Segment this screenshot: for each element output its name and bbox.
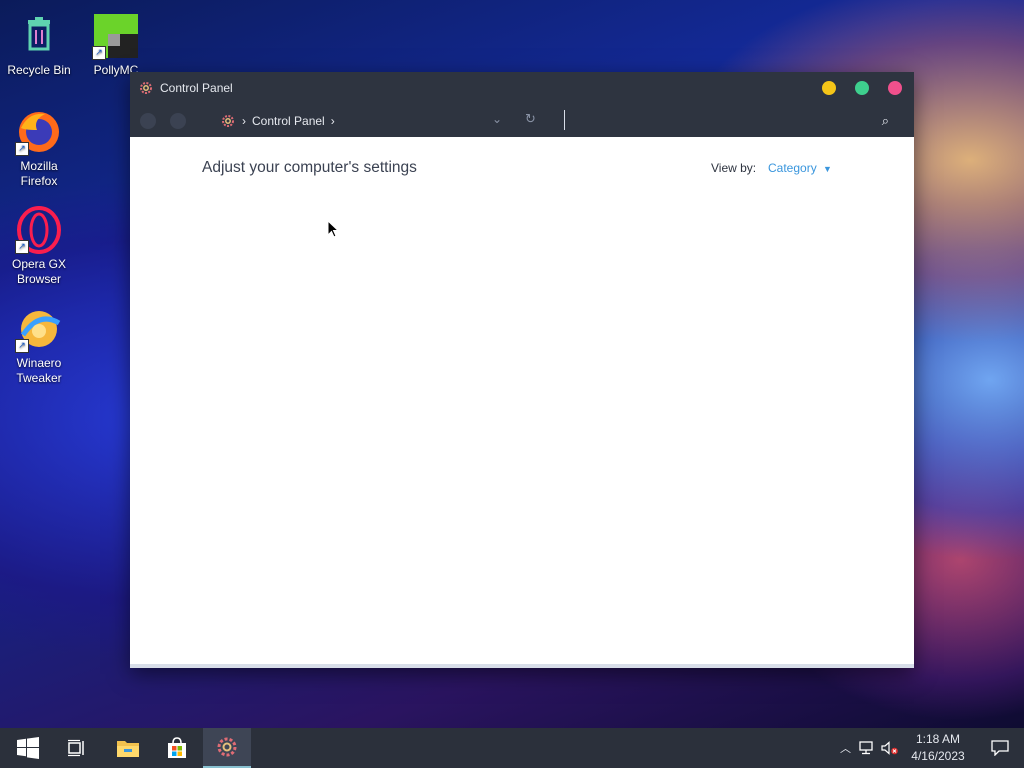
clock[interactable]: 1:18 AM 4/16/2023: [906, 731, 970, 765]
search-icon[interactable]: ⌕: [882, 113, 889, 129]
mouse-cursor-icon: [327, 220, 339, 238]
control-panel-icon: [140, 82, 152, 94]
desktop-icon-recycle-bin[interactable]: Recycle Bin: [1, 12, 77, 78]
show-hidden-icons-chevron-icon[interactable]: ︿: [840, 740, 851, 756]
search-input[interactable]: ⌕: [564, 110, 899, 130]
desktop-icon-winaero-tweaker[interactable]: ↗ Winaero Tweaker: [1, 305, 77, 386]
task-view-button[interactable]: [53, 728, 101, 768]
microsoft-store-icon: [168, 737, 186, 758]
page-title: Adjust your computer's settings: [202, 159, 417, 176]
breadcrumb-item-control-panel[interactable]: Control Panel: [252, 114, 325, 128]
title-bar[interactable]: Control Panel: [130, 72, 914, 104]
desktop-icon-firefox[interactable]: ↗ Mozilla Firefox: [1, 108, 77, 189]
pollymc-icon: ↗: [92, 12, 140, 60]
taskbar: ︿ 1:18 AM 4/16/2023: [0, 728, 1024, 768]
view-by-label: View by:: [711, 161, 757, 175]
file-explorer-icon: [117, 741, 139, 757]
microsoft-store-button[interactable]: [153, 728, 201, 768]
dropdown-arrow-icon: ▼: [823, 164, 832, 174]
clock-date: 4/16/2023: [911, 749, 965, 763]
control-panel-icon: [217, 737, 237, 757]
shortcut-arrow-icon: ↗: [15, 240, 29, 254]
desktop-icon-opera-gx[interactable]: ↗ Opera GX Browser: [1, 206, 77, 287]
close-button[interactable]: [888, 81, 902, 95]
window-bottom-border: [130, 664, 914, 668]
shortcut-arrow-icon: ↗: [15, 339, 29, 353]
breadcrumb-chevron-icon[interactable]: ›: [331, 114, 335, 128]
minimize-button[interactable]: [822, 81, 836, 95]
desktop-icon-pollymc[interactable]: ↗ PollyMC: [78, 12, 154, 78]
content-area: Adjust your computer's settings View by:…: [130, 137, 914, 668]
window-title: Control Panel: [160, 81, 233, 95]
action-center-button[interactable]: [976, 728, 1024, 768]
desktop-icon-label: Opera GX Browser: [11, 257, 67, 286]
shortcut-arrow-icon: ↗: [92, 46, 106, 60]
winaero-tweaker-icon: ↗: [15, 305, 63, 353]
control-panel-window: Control Panel › Control Panel › ⌄ ↻ ⌕ Ad…: [130, 72, 914, 668]
notification-icon: [991, 740, 1009, 756]
recycle-bin-icon: [15, 12, 63, 60]
desktop-icon-label: Mozilla Firefox: [20, 159, 58, 188]
shortcut-arrow-icon: ↗: [15, 142, 29, 156]
network-icon[interactable]: [859, 741, 875, 755]
clock-time: 1:18 AM: [915, 732, 961, 746]
refresh-icon[interactable]: ↻: [525, 111, 536, 127]
opera-gx-icon: ↗: [15, 206, 63, 254]
desktop-icon-label: Winaero Tweaker: [16, 356, 62, 385]
task-view-icon: [68, 739, 84, 757]
address-history-dropdown-icon[interactable]: ⌄: [492, 112, 502, 126]
maximize-button[interactable]: [855, 81, 869, 95]
start-button[interactable]: [4, 728, 52, 768]
control-panel-taskbar-button[interactable]: [203, 728, 251, 768]
desktop-icon-label: Recycle Bin: [7, 63, 71, 77]
forward-button[interactable]: [170, 112, 186, 129]
view-by-dropdown[interactable]: Category ▼: [768, 161, 832, 175]
firefox-icon: ↗: [15, 108, 63, 156]
breadcrumb-chevron-icon[interactable]: ›: [242, 114, 246, 128]
back-button[interactable]: [140, 112, 156, 129]
system-tray: ︿: [840, 728, 899, 768]
address-bar: › Control Panel › ⌄ ↻ ⌕: [130, 104, 914, 137]
control-panel-icon: [222, 114, 234, 127]
start-icon: [17, 737, 39, 759]
view-by-value: Category: [768, 161, 817, 175]
file-explorer-button[interactable]: [104, 728, 152, 768]
volume-muted-icon[interactable]: [881, 741, 899, 755]
